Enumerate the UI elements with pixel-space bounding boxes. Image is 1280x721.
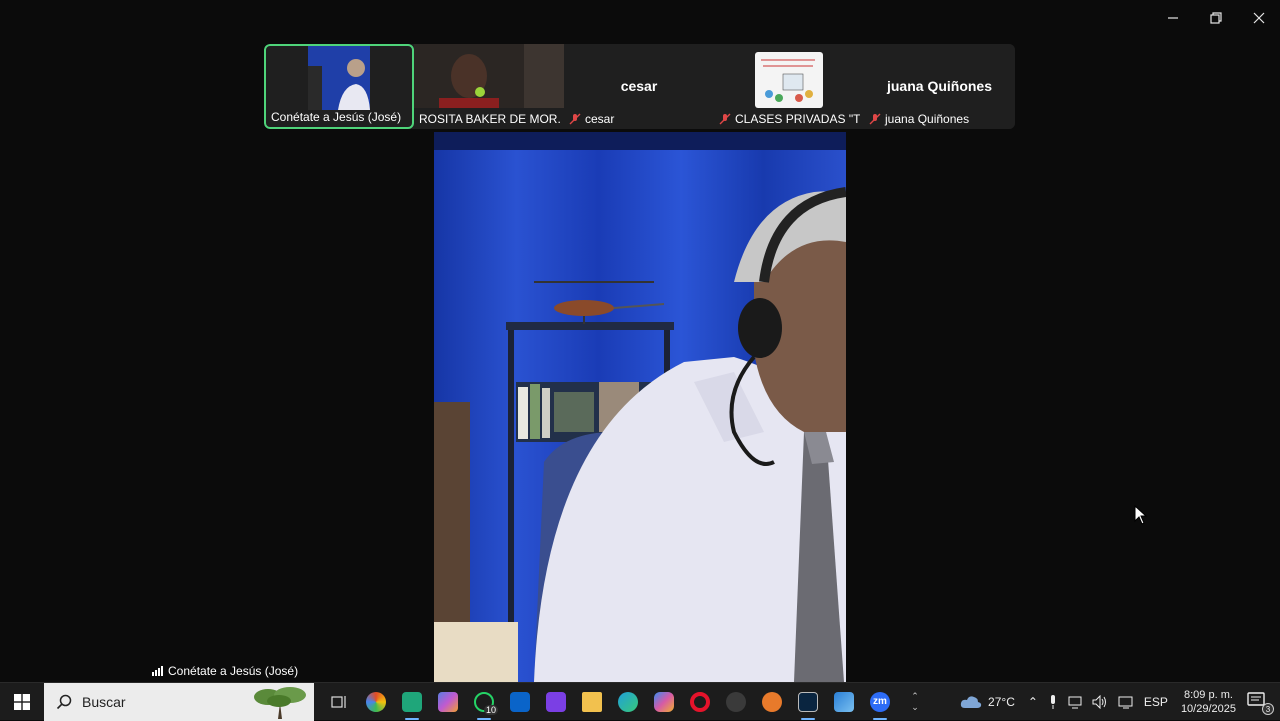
app-orange-icon xyxy=(762,691,782,712)
participant-name: juana Quiñones xyxy=(885,112,970,126)
main-speaker-video xyxy=(434,132,846,682)
copilot-icon xyxy=(654,691,674,712)
participant-label: CLASES PRIVADAS "T... xyxy=(719,112,860,126)
taskbar-apps: 10 zm ⌃ ⌄ xyxy=(326,683,928,721)
app-green-icon xyxy=(402,691,422,712)
taskbar-app[interactable] xyxy=(650,683,678,721)
participant-name: Conétate a Jesús (José) xyxy=(271,110,402,124)
microsoft-365-icon xyxy=(438,691,458,712)
taskbar-app[interactable] xyxy=(578,683,606,721)
display-icon[interactable] xyxy=(1068,695,1082,709)
outlook-icon xyxy=(510,691,530,712)
show-hidden-icons-button[interactable]: ⌃ xyxy=(1028,695,1038,709)
unread-badge: 10 xyxy=(483,704,498,715)
task-view-icon xyxy=(331,695,346,708)
participant-label: cesar xyxy=(569,112,710,126)
clock-time: 8:09 p. m. xyxy=(1184,689,1233,701)
cloud-icon xyxy=(960,696,982,708)
participant-tile[interactable]: Conétate a Jesús (José) xyxy=(264,44,414,129)
taskbar-app[interactable] xyxy=(614,683,642,721)
participant-display-name: juana Quiñones xyxy=(886,78,992,94)
search-icon xyxy=(56,694,72,709)
restore-icon xyxy=(1209,12,1222,24)
minimize-icon xyxy=(1167,17,1178,19)
mic-muted-icon xyxy=(719,113,731,125)
taskbar-app[interactable] xyxy=(758,683,786,721)
clapper-app-icon xyxy=(546,691,566,712)
mouse-cursor-icon xyxy=(1134,505,1148,525)
clock-date: 10/29/2025 xyxy=(1180,703,1236,715)
system-tray: 27°C ⌃ ESP 8:09 p. m. 10/29/2025 3 xyxy=(960,683,1280,721)
participant-name: CLASES PRIVADAS "T... xyxy=(735,112,860,126)
taskbar-app[interactable] xyxy=(506,683,534,721)
signal-strength-icon xyxy=(152,666,163,676)
taskbar-app[interactable]: 10 xyxy=(470,683,498,721)
active-speaker-label: Conétate a Jesús (José) xyxy=(152,664,298,678)
app-dark-icon xyxy=(726,691,746,712)
notification-count-badge: 3 xyxy=(1262,703,1274,715)
window-controls xyxy=(1151,0,1280,36)
opera-icon xyxy=(690,691,710,712)
notifications-button[interactable]: 3 xyxy=(1246,691,1274,715)
taskbar-app[interactable] xyxy=(362,683,390,721)
participant-video-thumbnail xyxy=(308,46,370,110)
participant-tile[interactable]: ROSITA BAKER DE MOR... xyxy=(414,44,564,129)
zoom-icon-text: zm xyxy=(873,696,887,707)
start-button[interactable] xyxy=(0,683,44,721)
edge-icon xyxy=(618,691,638,712)
taskbar-app[interactable] xyxy=(434,683,462,721)
participant-name: ROSITA BAKER DE MOR... xyxy=(419,112,560,126)
zoom-icon: zm xyxy=(870,691,890,712)
search-placeholder: Buscar xyxy=(82,693,126,710)
taskbar-app[interactable] xyxy=(686,683,714,721)
weather-temperature: 27°C xyxy=(988,695,1015,709)
task-view-button[interactable] xyxy=(326,683,354,721)
taskbar-app[interactable] xyxy=(542,683,570,721)
close-button[interactable] xyxy=(1237,0,1280,36)
microphone-icon[interactable] xyxy=(1048,695,1058,709)
participant-tile[interactable]: cesar cesar xyxy=(564,44,714,129)
minimize-button[interactable] xyxy=(1151,0,1194,36)
taskbar-app[interactable] xyxy=(830,683,858,721)
participant-video-thumbnail xyxy=(414,44,564,108)
input-language-indicator[interactable]: ESP xyxy=(1144,695,1168,709)
restore-button[interactable] xyxy=(1194,0,1237,36)
participant-tile[interactable]: juana Quiñones juana Quiñones xyxy=(864,44,1015,129)
search-highlight-tree-icon xyxy=(254,686,306,719)
mic-muted-icon xyxy=(569,113,581,125)
participant-label: ROSITA BAKER DE MOR... xyxy=(419,112,560,126)
taskbar: Buscar 10 zm ⌃ ⌄ 27°C ⌃ ESP 8:09 p. m. 1… xyxy=(0,682,1280,721)
taskbar-app[interactable]: zm xyxy=(866,683,894,721)
weather-widget[interactable]: 27°C xyxy=(960,695,1015,709)
participant-tile[interactable]: CLASES PRIVADAS "T... xyxy=(714,44,864,129)
taskbar-app[interactable] xyxy=(398,683,426,721)
color-wheel-app-icon xyxy=(366,691,386,712)
terminal-icon xyxy=(798,691,818,712)
participant-strip: Conétate a Jesús (José) ROSITA BAKER DE … xyxy=(264,44,1015,129)
photos-icon xyxy=(834,691,854,712)
participant-label: juana Quiñones xyxy=(869,112,1011,126)
participant-image-thumbnail xyxy=(755,52,823,108)
active-speaker-name: Conétate a Jesús (José) xyxy=(168,664,299,678)
participant-label: Conétate a Jesús (José) xyxy=(271,110,408,124)
participant-name: cesar xyxy=(585,112,615,126)
network-icon[interactable] xyxy=(1118,695,1134,709)
taskbar-clock[interactable]: 8:09 p. m. 10/29/2025 xyxy=(1181,688,1236,716)
taskbar-app[interactable] xyxy=(722,683,750,721)
windows-logo-icon xyxy=(14,693,30,710)
mic-muted-icon xyxy=(869,113,881,125)
file-explorer-icon xyxy=(582,691,602,712)
taskbar-app[interactable] xyxy=(794,683,822,721)
close-icon xyxy=(1253,12,1264,24)
volume-icon[interactable] xyxy=(1092,695,1108,709)
taskbar-scroll-arrows[interactable]: ⌃ ⌄ xyxy=(908,691,922,713)
zoom-window: Conétate a Jesús (José) ROSITA BAKER DE … xyxy=(0,0,1280,682)
taskbar-search-box[interactable]: Buscar xyxy=(44,682,314,721)
participant-display-name: cesar xyxy=(620,78,658,94)
